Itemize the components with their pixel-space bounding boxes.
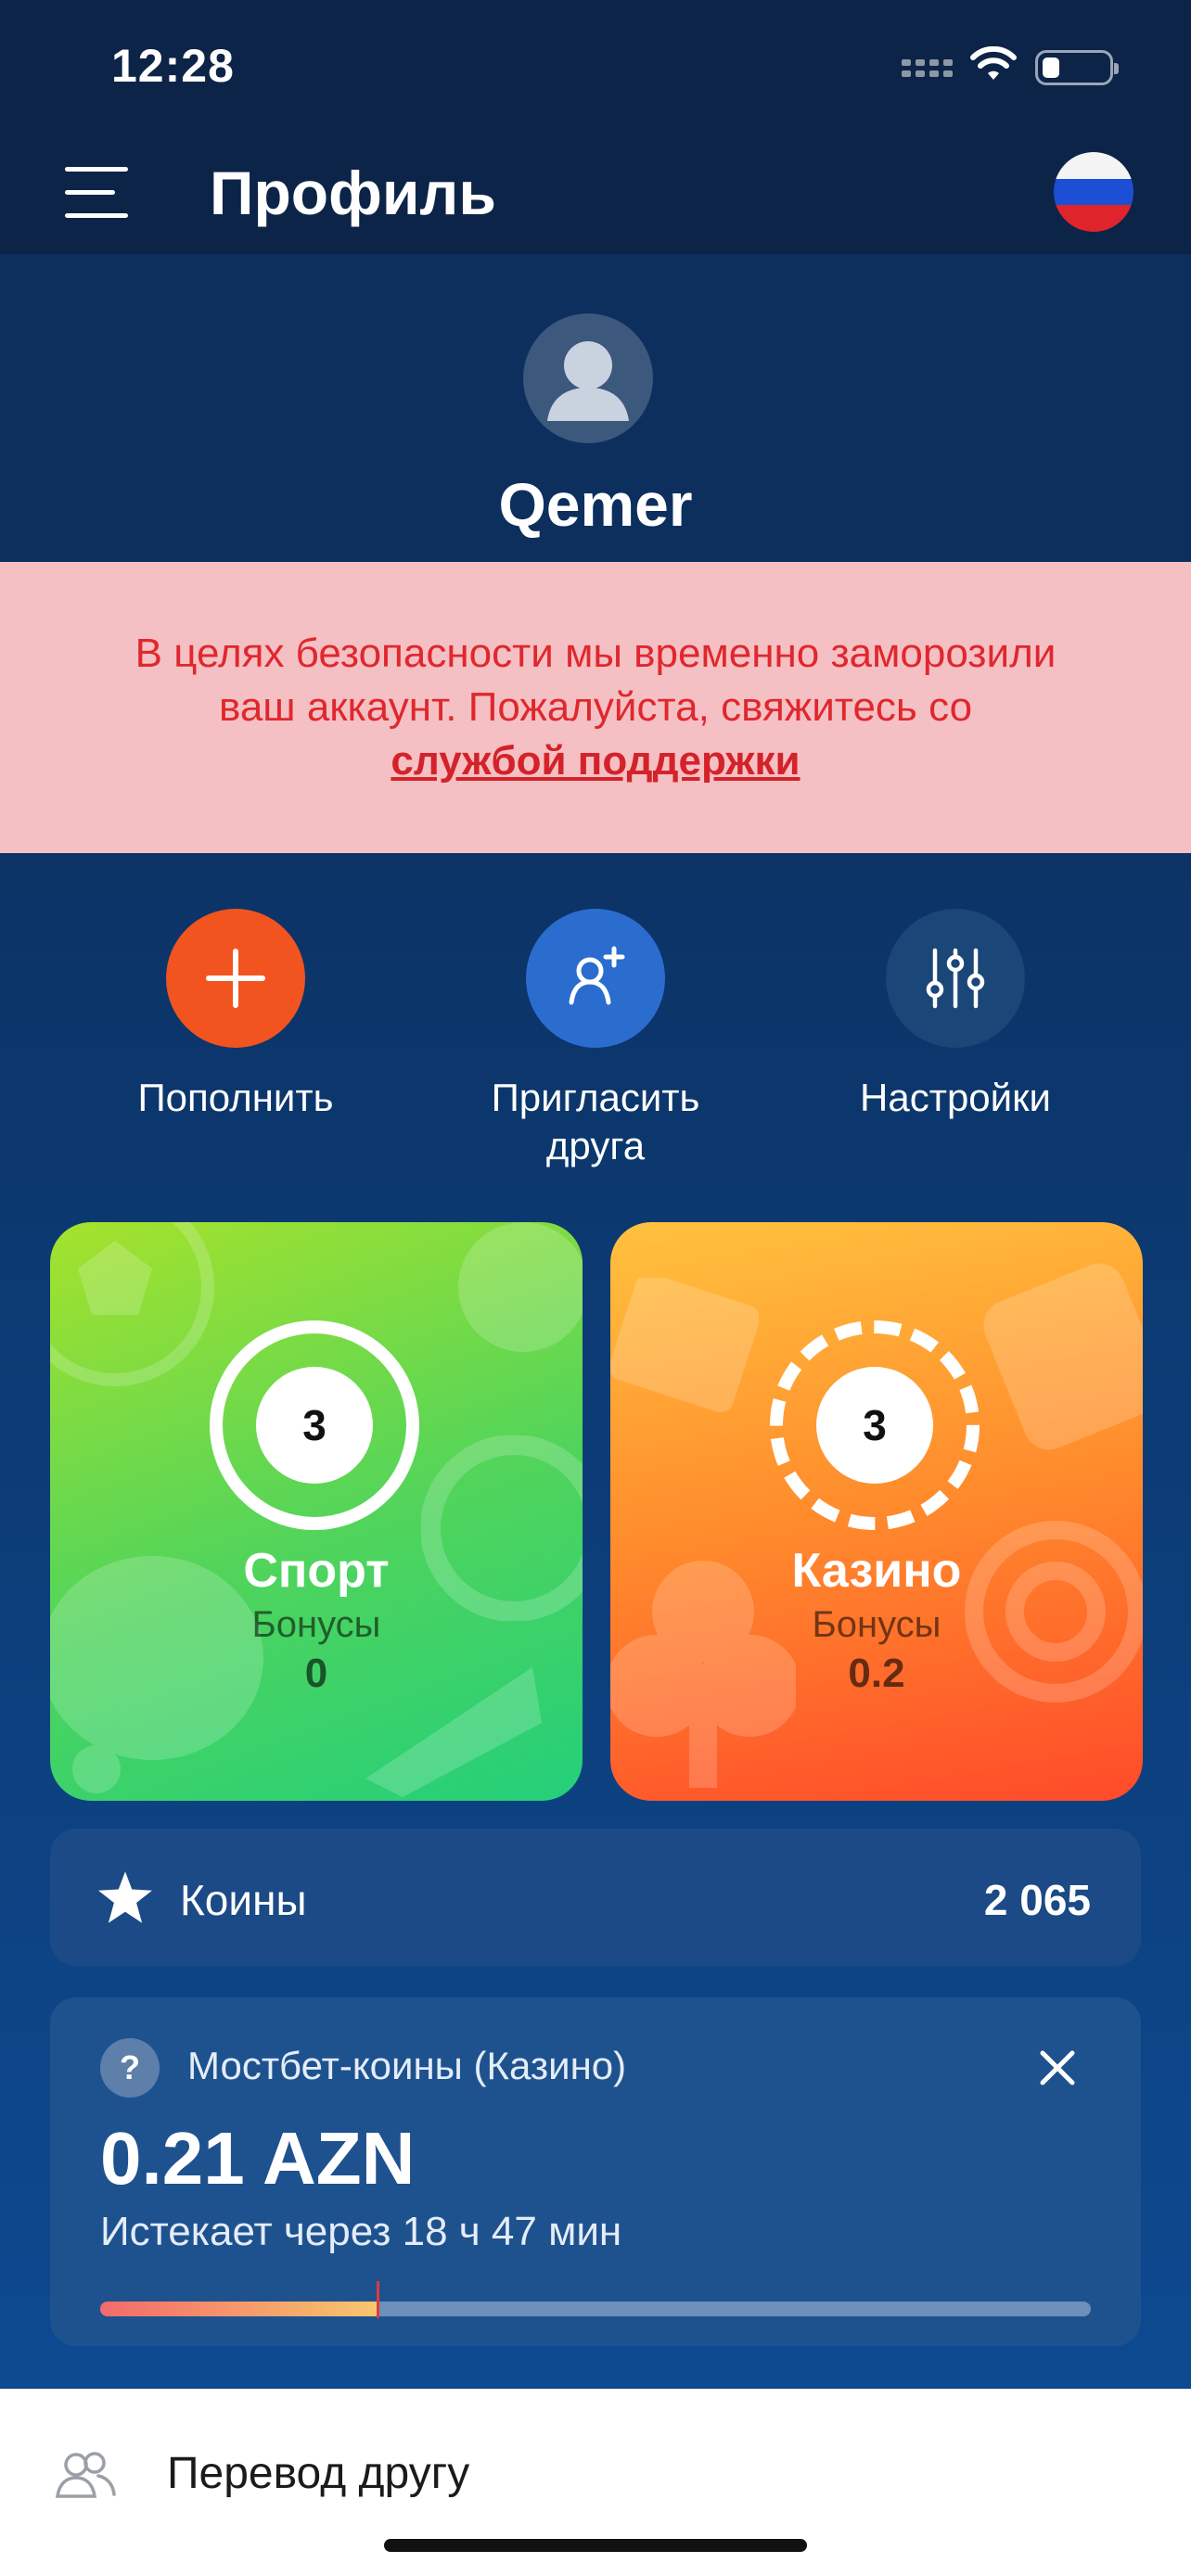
username: Qemer	[498, 470, 693, 539]
hamburger-menu-icon[interactable]	[65, 167, 130, 219]
promo-amount: 0.21 AZN	[100, 2117, 416, 2200]
casino-card-value: 0.2	[848, 1651, 905, 1696]
casino-card-title: Казино	[791, 1544, 962, 1598]
home-indicator	[384, 2539, 807, 2552]
star-icon	[98, 1871, 152, 1923]
alert-line-1: В целях безопасности мы временно замороз…	[134, 631, 1057, 676]
basketball-decoration	[458, 1222, 583, 1352]
progress-marker	[377, 2281, 380, 2318]
close-icon[interactable]	[1035, 2046, 1080, 2090]
slot-machine-decoration	[610, 1278, 759, 1413]
sport-badge-count: 3	[256, 1367, 373, 1484]
invite-label-line2: друга	[545, 1124, 646, 1167]
tennis-ball-icon: 3	[210, 1320, 419, 1530]
sport-card-title: Спорт	[243, 1544, 390, 1598]
promo-expires: Истекает через 18 ч 47 мин	[100, 2209, 622, 2254]
page-title: Профиль	[210, 159, 496, 227]
account-frozen-alert: В целях безопасности мы временно замороз…	[0, 562, 1191, 853]
wifi-icon	[970, 46, 1017, 80]
casino-bonus-card[interactable]: 3 Казино Бонусы 0.2	[610, 1222, 1143, 1801]
sliders-icon	[886, 909, 1025, 1048]
soccer-ball-decoration	[50, 1222, 214, 1386]
sport-card-value: 0	[304, 1651, 328, 1696]
coins-value: 2 065	[983, 1876, 1091, 1924]
user-silhouette-icon	[547, 341, 629, 421]
status-time: 12:28	[111, 40, 235, 92]
dice-decoration	[983, 1263, 1143, 1450]
language-flag-icon[interactable]	[1052, 150, 1135, 234]
invite-friend-button[interactable]: Пригласить друга	[475, 909, 716, 1170]
users-icon	[55, 2452, 116, 2498]
sport-card-subtitle: Бонусы	[251, 1604, 381, 1645]
add-person-icon	[526, 909, 665, 1048]
settings-label: Настройки	[860, 1076, 1051, 1119]
promo-title: Мостбет-коины (Казино)	[187, 2044, 627, 2087]
deposit-button[interactable]: Пополнить	[115, 909, 356, 1122]
alert-line-2: ваш аккаунт. Пожалуйста, свяжитесь со	[218, 684, 973, 730]
battery-icon	[1035, 50, 1119, 85]
casino-chip-icon: 3	[770, 1320, 980, 1530]
avatar[interactable]	[523, 313, 653, 443]
sport-bonus-card[interactable]: 3 Спорт Бонусы 0	[50, 1222, 583, 1801]
casino-badge-count: 3	[816, 1367, 933, 1484]
plus-icon	[166, 909, 305, 1048]
app-header	[0, 130, 1191, 254]
promo-coins-card: ? Мостбет-коины (Казино) 0.21 AZN Истека…	[50, 1997, 1141, 2346]
progress-fill	[100, 2302, 378, 2316]
invite-label-line1: Пригласить	[491, 1076, 700, 1119]
help-icon[interactable]: ?	[100, 2038, 160, 2098]
expiry-progress-bar	[100, 2281, 1091, 2318]
casino-card-subtitle: Бонусы	[812, 1604, 941, 1645]
coins-row[interactable]: Коины 2 065	[50, 1829, 1141, 1966]
coins-label: Коины	[180, 1876, 307, 1924]
cellular-signal-icon	[902, 59, 953, 77]
deposit-label: Пополнить	[137, 1076, 334, 1119]
support-link[interactable]: службой поддержки	[0, 734, 1191, 788]
transfer-to-friend-item[interactable]: Перевод другу	[167, 2448, 469, 2499]
settings-button[interactable]: Настройки	[835, 909, 1076, 1122]
